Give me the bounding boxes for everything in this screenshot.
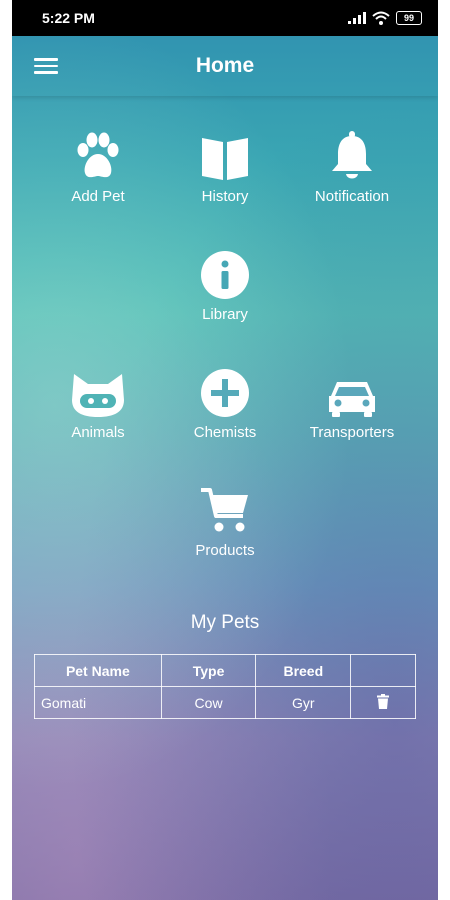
- battery-icon: 99: [396, 11, 422, 25]
- shopping-cart-icon: [199, 478, 251, 536]
- transporters-button[interactable]: Transporters: [287, 360, 417, 450]
- paw-icon: [72, 124, 124, 182]
- app-bar: Home: [12, 36, 438, 96]
- pet-breed-cell: Gyr: [255, 686, 352, 719]
- animals-button[interactable]: Animals: [33, 360, 163, 450]
- status-time: 5:22 PM: [42, 10, 95, 26]
- status-bar: 5:22 PM 99: [12, 0, 438, 36]
- battery-level: 99: [403, 13, 414, 23]
- cat-face-icon: [70, 360, 126, 418]
- products-button[interactable]: Products: [160, 478, 290, 568]
- wifi-icon: [372, 11, 390, 25]
- page-title: Home: [195, 54, 255, 77]
- table-row[interactable]: Gomati Cow Gyr: [34, 686, 416, 719]
- library-label: Library: [202, 306, 248, 323]
- hamburger-menu-icon[interactable]: [34, 54, 58, 78]
- add-pet-button[interactable]: Add Pet: [33, 124, 163, 214]
- book-icon: [199, 124, 251, 182]
- table-header-row: Pet Name Type Breed: [34, 654, 416, 687]
- my-pets-title: My Pets: [190, 612, 260, 633]
- column-header-pet-name: Pet Name: [34, 654, 162, 687]
- status-icons: 99: [348, 11, 422, 25]
- history-button[interactable]: History: [160, 124, 290, 214]
- add-pet-label: Add Pet: [71, 188, 125, 205]
- column-header-type: Type: [160, 654, 257, 687]
- signal-icon: [348, 12, 366, 24]
- transporters-label: Transporters: [309, 424, 395, 441]
- library-button[interactable]: Library: [160, 242, 290, 332]
- plus-circle-icon: [200, 360, 250, 418]
- products-label: Products: [195, 542, 255, 559]
- notification-button[interactable]: Notification: [287, 124, 417, 214]
- pet-name-cell: Gomati: [34, 686, 162, 719]
- my-pets-table: Pet Name Type Breed Gomati Cow Gyr: [34, 654, 416, 719]
- app-screen: 5:22 PM 99 Home Add Pet History Notifica…: [12, 0, 438, 900]
- pet-type-cell: Cow: [160, 686, 257, 719]
- chemists-label: Chemists: [193, 424, 257, 441]
- info-icon: [200, 242, 250, 300]
- bell-icon: [329, 124, 375, 182]
- notification-label: Notification: [314, 188, 390, 205]
- car-icon: [327, 360, 377, 418]
- animals-label: Animals: [71, 424, 125, 441]
- column-header-actions: [350, 654, 416, 687]
- chemists-button[interactable]: Chemists: [160, 360, 290, 450]
- trash-icon[interactable]: [377, 693, 390, 712]
- pet-actions-cell: [350, 686, 416, 719]
- history-label: History: [201, 188, 249, 205]
- column-header-breed: Breed: [255, 654, 352, 687]
